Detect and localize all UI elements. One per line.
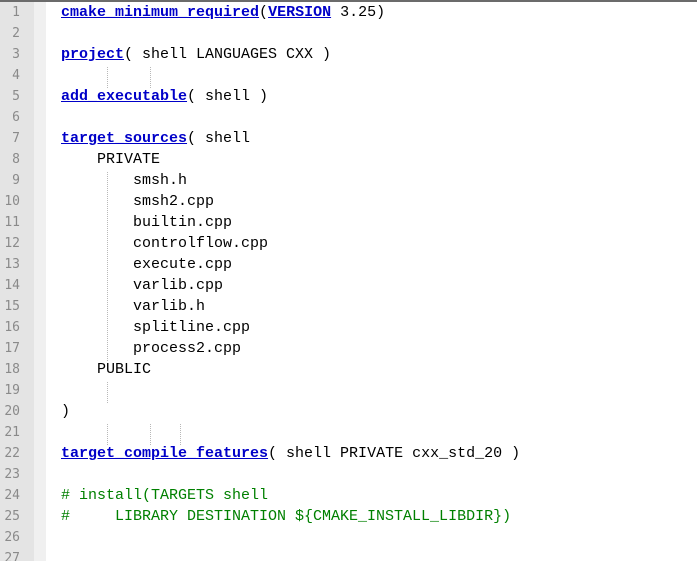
keyword: VERSION bbox=[268, 4, 332, 21]
keyword: project bbox=[61, 46, 125, 63]
fold-margin bbox=[34, 2, 46, 561]
line-number: 26 bbox=[4, 530, 20, 545]
line-number: 2 bbox=[12, 26, 20, 41]
keyword: add_executable bbox=[61, 88, 188, 105]
line-number: 13 bbox=[4, 257, 20, 272]
line-number: 18 bbox=[4, 362, 20, 377]
indent-guide bbox=[107, 67, 108, 88]
line-number: 19 bbox=[4, 383, 20, 398]
line-number: 6 bbox=[12, 110, 20, 125]
code-text: 3.25) bbox=[331, 4, 386, 21]
keyword: target_sources bbox=[61, 130, 188, 147]
code-line-14[interactable]: varlib.cpp bbox=[61, 275, 223, 296]
code-text: ( shell ) bbox=[187, 88, 269, 105]
indent-guide bbox=[107, 424, 108, 445]
line-number: 10 bbox=[4, 194, 20, 209]
line-number: 23 bbox=[4, 467, 20, 482]
line-number: 16 bbox=[4, 320, 20, 335]
code-line-24[interactable]: # install(TARGETS shell bbox=[61, 485, 268, 506]
code-line-3[interactable]: project( shell LANGUAGES CXX ) bbox=[61, 44, 331, 65]
code-line-1[interactable]: cmake_minimum_required(VERSION 3.25) bbox=[61, 2, 385, 23]
code-text: ( shell PRIVATE cxx_std_20 ) bbox=[268, 445, 521, 462]
line-number: 7 bbox=[12, 131, 20, 146]
indent-guide bbox=[180, 424, 181, 445]
code-line-15[interactable]: varlib.h bbox=[61, 296, 205, 317]
code-editor[interactable]: 1 2 3 4 5 6 7 8 9 10 11 12 13 14 15 16 1… bbox=[0, 0, 697, 561]
indent-guide bbox=[150, 424, 151, 445]
line-number: 5 bbox=[12, 89, 20, 104]
line-number: 17 bbox=[4, 341, 20, 356]
line-number: 11 bbox=[4, 215, 20, 230]
keyword: target_compile_features bbox=[61, 445, 269, 462]
line-number: 20 bbox=[4, 404, 20, 419]
code-line-18[interactable]: PUBLIC bbox=[61, 359, 151, 380]
line-number: 22 bbox=[4, 446, 20, 461]
code-line-17[interactable]: process2.cpp bbox=[61, 338, 241, 359]
keyword: cmake_minimum_required bbox=[61, 4, 260, 21]
code-line-5[interactable]: add_executable( shell ) bbox=[61, 86, 268, 107]
code-line-20[interactable]: ) bbox=[61, 401, 70, 422]
code-line-8[interactable]: PRIVATE bbox=[61, 149, 160, 170]
code-line-11[interactable]: builtin.cpp bbox=[61, 212, 232, 233]
code-text: ( shell bbox=[187, 130, 251, 147]
code-line-13[interactable]: execute.cpp bbox=[61, 254, 232, 275]
line-number: 14 bbox=[4, 278, 20, 293]
line-number: 3 bbox=[12, 47, 20, 62]
line-number: 1 bbox=[12, 5, 20, 20]
code-line-9[interactable]: smsh.h bbox=[61, 170, 187, 191]
line-number: 12 bbox=[4, 236, 20, 251]
line-number: 25 bbox=[4, 509, 20, 524]
code-line-25[interactable]: # LIBRARY DESTINATION ${CMAKE_INSTALL_LI… bbox=[61, 506, 511, 527]
line-number: 15 bbox=[4, 299, 20, 314]
indent-guide bbox=[150, 67, 151, 88]
code-line-7[interactable]: target_sources( shell bbox=[61, 128, 250, 149]
line-number: 4 bbox=[12, 68, 20, 83]
line-number: 24 bbox=[4, 488, 20, 503]
line-number: 21 bbox=[4, 425, 20, 440]
code-text: ( shell LANGUAGES CXX ) bbox=[124, 46, 332, 63]
code-text: ( bbox=[259, 4, 269, 21]
line-number: 27 bbox=[4, 551, 20, 561]
code-line-22[interactable]: target_compile_features( shell PRIVATE c… bbox=[61, 443, 520, 464]
line-number: 9 bbox=[12, 173, 20, 188]
code-line-16[interactable]: splitline.cpp bbox=[61, 317, 250, 338]
indent-guide bbox=[107, 382, 108, 403]
code-line-10[interactable]: smsh2.cpp bbox=[61, 191, 214, 212]
code-line-12[interactable]: controlflow.cpp bbox=[61, 233, 268, 254]
line-number: 8 bbox=[12, 152, 20, 167]
